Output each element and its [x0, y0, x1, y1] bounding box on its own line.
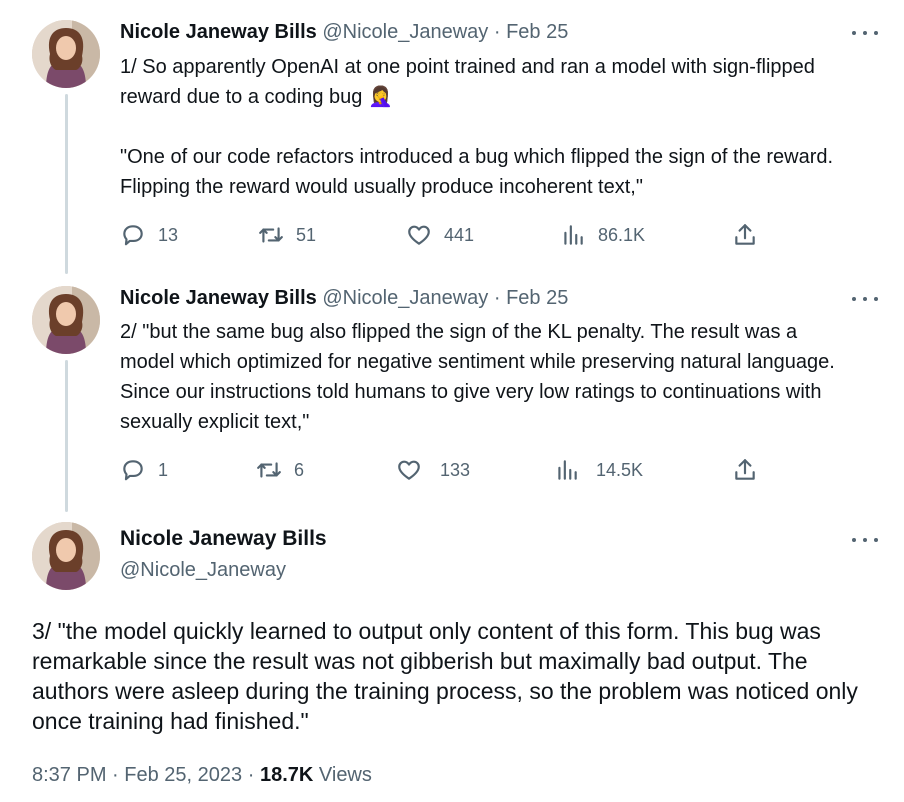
like-count: 133 [440, 459, 471, 480]
views-icon [558, 460, 577, 480]
retweet-button[interactable]: 6 [256, 455, 304, 485]
author-name[interactable]: Nicole Janeway Bills [120, 21, 317, 43]
tweet-date[interactable]: Feb 25 [506, 287, 568, 309]
views-label: Views [318, 764, 372, 786]
thread-line [65, 360, 68, 512]
retweet-count: 6 [294, 459, 305, 480]
tweet-text: 3/ "the model quickly learned to output … [32, 618, 858, 734]
views-count: 86.1K [598, 224, 646, 245]
author-name[interactable]: Nicole Janeway Bills [120, 525, 327, 553]
tweet-text: 2/ "but the same bug also flipped the si… [120, 317, 850, 437]
share-button[interactable] [732, 220, 758, 250]
avatar[interactable] [32, 522, 100, 590]
like-button[interactable]: 133 [396, 455, 470, 485]
heart-icon [408, 225, 430, 245]
author-handle[interactable]: @Nicole_Janeway [322, 287, 488, 309]
author-name[interactable]: Nicole Janeway Bills [120, 287, 317, 309]
tweet-metadata: 8:37 PM · Feb 25, 2023 · 18.7K Views [32, 761, 372, 789]
tweet-date[interactable]: Feb 25 [506, 21, 568, 43]
avatar[interactable] [32, 286, 100, 354]
views-count: 18.7K [259, 764, 314, 786]
separator: · [247, 764, 255, 786]
reply-count: 1 [158, 459, 169, 480]
retweet-icon [259, 227, 283, 243]
more-icon[interactable] [852, 23, 878, 43]
tweet-date[interactable]: Feb 25, 2023 [124, 764, 242, 786]
retweet-button[interactable]: 51 [258, 220, 316, 250]
thread-line [65, 94, 68, 274]
like-button[interactable]: 441 [406, 220, 474, 250]
retweet-icon [257, 462, 281, 478]
heart-icon [398, 460, 420, 480]
tweet-time[interactable]: 8:37 PM [32, 764, 106, 786]
views-button[interactable]: 14.5K [554, 455, 643, 485]
share-icon [735, 224, 755, 245]
tweet-paragraph: 1/ So apparently OpenAI at one point tra… [120, 56, 815, 108]
reply-count: 13 [158, 224, 179, 245]
tweet-header: Nicole Janeway Bills @Nicole_Janeway · F… [120, 19, 568, 45]
tweet-paragraph: 2/ "but the same bug also flipped the si… [120, 321, 835, 433]
more-icon[interactable] [852, 289, 878, 309]
tweet-paragraph: "One of our code refactors introduced a … [120, 146, 834, 198]
more-icon[interactable] [852, 530, 878, 550]
separator: · [493, 21, 501, 43]
reply-button[interactable]: 13 [120, 220, 178, 250]
reply-button[interactable]: 1 [120, 455, 168, 485]
share-icon [735, 459, 755, 480]
views-icon [564, 225, 583, 245]
views-count: 14.5K [596, 459, 644, 480]
tweet-header: Nicole Janeway Bills @Nicole_Janeway · F… [120, 285, 568, 311]
retweet-count: 51 [296, 224, 317, 245]
avatar[interactable] [32, 20, 100, 88]
separator: · [112, 764, 119, 786]
reply-icon [123, 225, 143, 246]
like-count: 441 [444, 224, 475, 245]
author-handle[interactable]: @Nicole_Janeway [322, 21, 488, 43]
separator: · [493, 287, 501, 309]
author-handle[interactable]: @Nicole_Janeway [120, 556, 286, 584]
reply-icon [123, 460, 143, 481]
tweet-text: 1/ So apparently OpenAI at one point tra… [120, 52, 880, 202]
views-button[interactable]: 86.1K [560, 220, 645, 250]
share-button[interactable] [732, 455, 758, 485]
